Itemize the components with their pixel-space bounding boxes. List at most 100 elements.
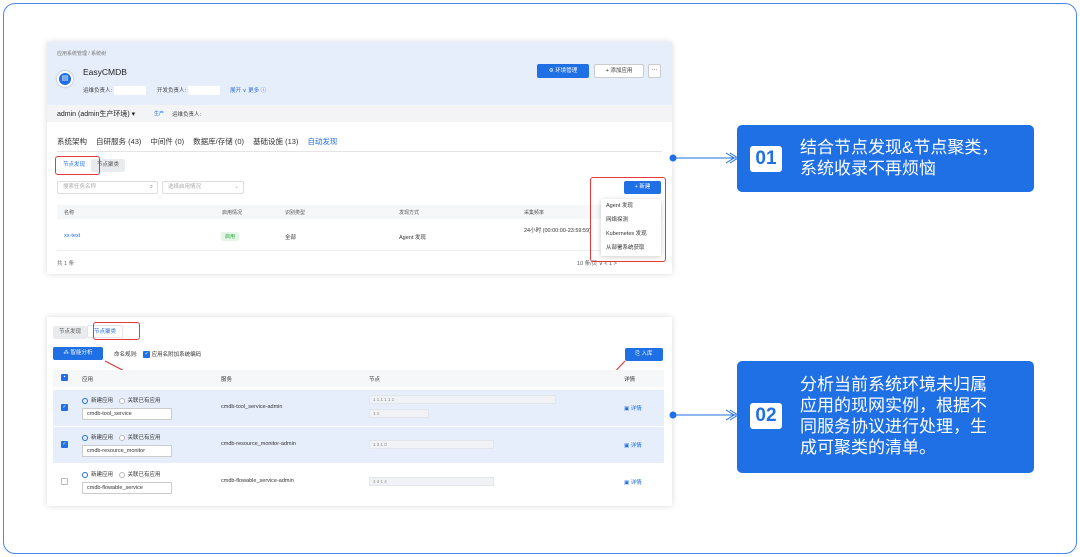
detail-label: 详情 xyxy=(630,480,642,486)
radio-new-app[interactable] xyxy=(82,397,88,404)
app-radio-group: 新建应用 关联已有应用 xyxy=(82,433,161,441)
table-row: ✓ 新建应用 关联已有应用 cmdb-resource_monitor cmdb… xyxy=(53,427,664,463)
smart-analysis-button[interactable]: ⁂ 智能分析 xyxy=(53,347,103,360)
detail-icon: ▣ xyxy=(624,443,631,449)
tab-divider xyxy=(57,151,662,152)
app-radio-group: 新建应用 关联已有应用 xyxy=(82,396,161,404)
naming-checkbox-label: 应用名附加系统编码 xyxy=(151,352,202,358)
env-manage-label: 环境管理 xyxy=(555,68,578,74)
connector-02 xyxy=(669,409,739,421)
table-header: 名称 启用情况 识别类型 发现方式 采集频率 xyxy=(57,205,662,219)
service-name: cmdb-resource_monitor-admin xyxy=(221,441,296,447)
status-badge: 启用 xyxy=(221,232,240,241)
app-name-input[interactable]: cmdb-flowable_service xyxy=(82,482,172,494)
col-name: 名称 xyxy=(64,210,75,216)
col-service: 服务 xyxy=(221,377,233,383)
task-method: Agent 发现 xyxy=(399,235,426,241)
env-tag: 生产 xyxy=(154,111,165,117)
subtab-node-discovery[interactable]: 节点发现 xyxy=(53,326,88,339)
radio-new-app[interactable] xyxy=(82,434,88,441)
table-row: 新建应用 关联已有应用 cmdb-flowable_service cmdb-f… xyxy=(53,464,664,500)
radio-link-app[interactable] xyxy=(118,471,125,478)
ops-owner-label: 运维负责人: xyxy=(83,88,113,94)
task-name-link[interactable]: xx-test xyxy=(64,233,80,239)
highlight-box xyxy=(590,177,666,262)
detail-icon: ▣ xyxy=(624,406,631,412)
radio-link-app[interactable] xyxy=(118,434,125,441)
highlight-box xyxy=(93,322,140,340)
node-list: 1 3 1 0 xyxy=(369,440,494,449)
table-row: xx-test 启用 全部 Agent 发现 24小时 (00:00:00-23… xyxy=(57,221,662,251)
col-type: 识别类型 xyxy=(285,210,306,216)
import-button[interactable]: ⎘ 入库 xyxy=(625,348,663,361)
task-type: 全部 xyxy=(285,235,297,241)
dev-owner-label: 开发负责人: xyxy=(157,88,187,94)
col-freq: 采集频率 xyxy=(524,210,545,216)
node-cluster-panel: 节点发现 节点聚类 ⁂ 智能分析 命名规则: ✓ 应用名附加系统编码 ⎘ 入库 ▪… xyxy=(47,317,672,506)
task-freq: 24小时 (00:00:00-23:59:59) xyxy=(524,228,591,234)
ops-owner: 运维负责人: xyxy=(83,86,147,96)
app-name-input[interactable]: cmdb-tool_service xyxy=(82,408,172,420)
app-name: EasyCMDB xyxy=(83,67,127,77)
naming-checkbox[interactable]: ✓ xyxy=(143,351,151,359)
more-button[interactable]: ··· xyxy=(648,64,661,78)
dev-owner: 开发负责人: xyxy=(157,86,221,96)
detail-link[interactable]: ▣ 详情 xyxy=(624,441,642,449)
naming-rule-label: 命名规则: xyxy=(114,352,138,358)
callout-01: 01 结合节点发现&节点聚类， 系统收录不再烦恼 xyxy=(737,125,1034,192)
main-tabs: 系统架构 自研服务 (43) 中间件 (0) 数据库/存储 (0) 基础设施 (13) 自… xyxy=(57,136,346,152)
radio-new-label: 新建应用 xyxy=(91,472,114,478)
connector-01 xyxy=(669,152,739,164)
radio-new-label: 新建应用 xyxy=(91,398,114,404)
service-name: cmdb-flowable_service-admin xyxy=(221,478,294,484)
radio-link-label: 关联已有应用 xyxy=(127,398,161,404)
node-list: 1 1 1 1 1 1 xyxy=(369,395,556,404)
col-detail: 详情 xyxy=(624,377,636,383)
env-selector[interactable]: admin (admin生产环境) ▾ xyxy=(57,109,135,119)
tab-infrastructure[interactable]: 基础设施 (13) xyxy=(253,137,298,146)
col-status: 启用情况 xyxy=(222,210,243,216)
detail-link[interactable]: ▣ 详情 xyxy=(624,404,642,412)
select-all-checkbox[interactable]: ▪ xyxy=(61,374,68,381)
env-manage-button[interactable]: ⚙ 环境管理 xyxy=(537,64,589,78)
filter-placeholder: 选择启用情况 xyxy=(168,184,202,190)
row-checkbox[interactable] xyxy=(61,478,68,485)
tab-architecture[interactable]: 系统架构 xyxy=(57,137,87,146)
radio-link-label: 关联已有应用 xyxy=(127,472,161,478)
table-row: ✓ 新建应用 关联已有应用 cmdb-tool_service cmdb-too… xyxy=(53,390,664,426)
import-label: 入库 xyxy=(641,351,653,357)
app-name-input[interactable]: cmdb-resource_monitor xyxy=(82,445,172,457)
app-icon: ▤ xyxy=(57,71,73,87)
naming-rule: 命名规则: ✓ 应用名附加系统编码 xyxy=(114,350,202,359)
col-method: 发现方式 xyxy=(399,210,420,216)
detail-label: 详情 xyxy=(630,443,642,449)
node-discovery-panel: 应用系统管理 / 系统树 ▤ EasyCMDB 运维负责人: 开发负责人: 展开… xyxy=(47,42,672,274)
node-list: 1 4 1 4 xyxy=(369,477,494,486)
ops-owner-value xyxy=(114,86,147,96)
chevron-down-icon: ⌄ xyxy=(234,184,239,190)
radio-link-label: 关联已有应用 xyxy=(127,435,161,441)
highlight-box xyxy=(55,156,100,175)
detail-link[interactable]: ▣ 详情 xyxy=(624,478,642,486)
service-name: cmdb-tool_service-admin xyxy=(221,404,283,410)
radio-new-app[interactable] xyxy=(82,471,88,478)
app-header: 应用系统管理 / 系统树 ▤ EasyCMDB 运维负责人: 开发负责人: 展开… xyxy=(47,42,672,105)
row-checkbox[interactable]: ✓ xyxy=(61,441,68,448)
env-ops-owner: 运维负责人: xyxy=(172,112,202,118)
callout-text: 结合节点发现&节点聚类， 系统收录不再烦恼 xyxy=(800,138,999,178)
tab-auto-discovery[interactable]: 自动发现 xyxy=(307,137,338,152)
expand-link[interactable]: 展开 ∨ 更多 ⓘ xyxy=(230,86,266,94)
add-app-button[interactable]: + 添加应用 xyxy=(594,64,644,78)
search-icon: ⌕ xyxy=(149,184,153,190)
tab-middleware[interactable]: 中间件 (0) xyxy=(150,137,184,146)
row-checkbox[interactable]: ✓ xyxy=(61,404,68,411)
status-filter-select[interactable]: 选择启用情况 ⌄ xyxy=(162,181,244,194)
tab-services[interactable]: 自研服务 (43) xyxy=(96,137,141,146)
search-placeholder: 搜索任务名称 xyxy=(63,184,97,190)
breadcrumb[interactable]: 应用系统管理 / 系统树 xyxy=(57,50,106,57)
callout-number: 01 xyxy=(750,146,782,172)
tab-database[interactable]: 数据库/存储 (0) xyxy=(193,137,244,146)
cluster-table-header: ▪ 应用 服务 节点 详情 xyxy=(53,370,664,387)
search-input[interactable]: 搜索任务名称 ⌕ xyxy=(57,181,158,194)
radio-link-app[interactable] xyxy=(118,397,125,404)
